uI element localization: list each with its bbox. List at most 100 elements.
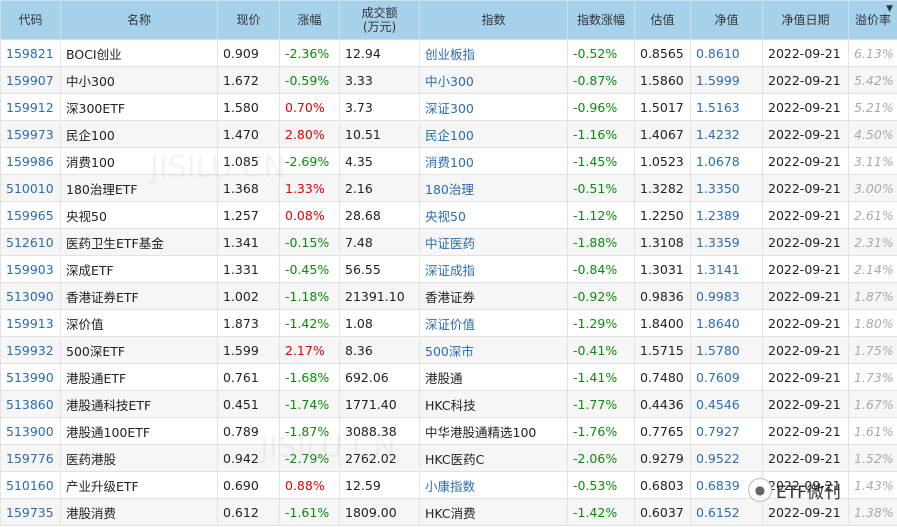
sort-desc-icon[interactable]: ▼ [886, 2, 893, 16]
table-row[interactable]: 513900 港股通100ETF 0.789 -1.87% 3088.38 中华港股通精选… [0, 417, 897, 445]
fund-name-cell: 产业升级ETF [60, 471, 218, 499]
table-row[interactable]: 512610 医药卫生ETF基金 1.341 -0.15% 7.48 中证医药 -1.88%… [0, 228, 897, 256]
fund-code-link[interactable]: 513090 [0, 282, 61, 310]
change-cell: -2.36% [279, 39, 340, 67]
fund-code-link[interactable]: 159776 [0, 444, 61, 472]
table-row[interactable]: 159821 BOCI创业 0.909 -2.36% 12.94 创业板指 -0.52% 0.… [0, 39, 897, 67]
premium-cell: 1.80% [848, 309, 897, 337]
table-row[interactable]: 159973 民企100 1.470 2.80% 10.51 民企100 -1.16% 1.4… [0, 120, 897, 148]
index-cell[interactable]: 民企100 [419, 120, 568, 148]
estimate-cell: 1.5017 [634, 93, 691, 121]
turnover-cell: 12.94 [339, 39, 420, 67]
table-row[interactable]: 159932 500深ETF 1.599 2.17% 8.36 500深市 -0.41% 1.… [0, 336, 897, 364]
index-cell[interactable]: 180治理 [419, 174, 568, 202]
table-row[interactable]: 159912 深300ETF 1.580 0.70% 3.73 深证300 -0.96% 1.… [0, 93, 897, 121]
fund-code-link[interactable]: 159912 [0, 93, 61, 121]
fund-code-link[interactable]: 512610 [0, 228, 61, 256]
table-row[interactable]: 159965 央视50 1.257 0.08% 28.68 央视50 -1.12% 1.225… [0, 201, 897, 229]
index-cell[interactable]: 创业板指 [419, 39, 568, 67]
premium-cell: 1.61% [848, 417, 897, 445]
table-row[interactable]: 159776 医药港股 0.942 -2.79% 2762.02 HKC医药C -2.06%… [0, 444, 897, 472]
index-cell[interactable]: 500深市 [419, 336, 568, 364]
col-nav-date[interactable]: 净值日期 [762, 0, 849, 40]
table-row[interactable]: 513090 香港证券ETF 1.002 -1.18% 21391.10 香港证券 -0.9… [0, 282, 897, 310]
fund-name-cell: 消费100 [60, 147, 218, 175]
price-cell: 0.761 [217, 363, 280, 391]
table-row[interactable]: 159986 消费100 1.085 -2.69% 4.35 消费100 -1.45% 1.0… [0, 147, 897, 175]
fund-code-link[interactable]: 510160 [0, 471, 61, 499]
fund-name-cell: 港股通100ETF [60, 417, 218, 445]
change-cell: -2.79% [279, 444, 340, 472]
price-cell: 1.257 [217, 201, 280, 229]
fund-code-link[interactable]: 159986 [0, 147, 61, 175]
fund-code-link[interactable]: 159903 [0, 255, 61, 283]
col-turnover[interactable]: 成交额 (万元) [339, 0, 420, 40]
table-row[interactable]: 513990 港股通ETF 0.761 -1.68% 692.06 港股通 -1.41% 0.… [0, 363, 897, 391]
index-cell[interactable]: 消费100 [419, 147, 568, 175]
col-change[interactable]: 涨幅 [279, 0, 340, 40]
fund-name-cell: 医药卫生ETF基金 [60, 228, 218, 256]
fund-code-link[interactable]: 513900 [0, 417, 61, 445]
fund-code-link[interactable]: 159907 [0, 66, 61, 94]
estimate-cell: 0.7765 [634, 417, 691, 445]
fund-code-link[interactable]: 159973 [0, 120, 61, 148]
col-estimate[interactable]: 估值 [634, 0, 691, 40]
col-price[interactable]: 现价 [217, 0, 280, 40]
col-name[interactable]: 名称 [60, 0, 218, 40]
price-cell: 0.909 [217, 39, 280, 67]
fund-code-link[interactable]: 159821 [0, 39, 61, 67]
estimate-cell: 0.6803 [634, 471, 691, 499]
price-cell: 0.690 [217, 471, 280, 499]
fund-code-link[interactable]: 510010 [0, 174, 61, 202]
index-cell[interactable]: 深证价值 [419, 309, 568, 337]
col-nav[interactable]: 净值 [690, 0, 763, 40]
change-cell: -1.87% [279, 417, 340, 445]
fund-code-link[interactable]: 159932 [0, 336, 61, 364]
col-code[interactable]: 代码 [0, 0, 61, 40]
index-cell[interactable]: 中小300 [419, 66, 568, 94]
estimate-cell: 0.8565 [634, 39, 691, 67]
fund-code-link[interactable]: 159735 [0, 498, 61, 526]
index-cell: HKC医药C [419, 444, 568, 472]
estimate-cell: 0.4436 [634, 390, 691, 418]
index-cell[interactable]: 中证医药 [419, 228, 568, 256]
fund-code-link[interactable]: 159913 [0, 309, 61, 337]
col-index-change[interactable]: 指数涨幅 [567, 0, 635, 40]
index-change-cell: -1.41% [567, 363, 635, 391]
index-cell[interactable]: 小康指数 [419, 471, 568, 499]
index-cell[interactable]: 央视50 [419, 201, 568, 229]
price-cell: 1.672 [217, 66, 280, 94]
fund-code-link[interactable]: 159965 [0, 201, 61, 229]
nav-cell: 1.3350 [690, 174, 763, 202]
col-index[interactable]: 指数 [419, 0, 568, 40]
premium-cell: 2.61% [848, 201, 897, 229]
price-cell: 0.451 [217, 390, 280, 418]
index-change-cell: -2.06% [567, 444, 635, 472]
nav-date-cell: 2022-09-21 [762, 66, 849, 94]
premium-cell: 1.75% [848, 336, 897, 364]
table-row[interactable]: 159913 深价值 1.873 -1.42% 1.08 深证价值 -1.29% 1.8400… [0, 309, 897, 337]
fund-code-link[interactable]: 513990 [0, 363, 61, 391]
fund-name-cell: 央视50 [60, 201, 218, 229]
table-row[interactable]: 159907 中小300 1.672 -0.59% 3.33 中小300 -0.87% 1.5… [0, 66, 897, 94]
nav-cell: 0.9522 [690, 444, 763, 472]
premium-cell: 3.00% [848, 174, 897, 202]
turnover-cell: 10.51 [339, 120, 420, 148]
price-cell: 1.002 [217, 282, 280, 310]
wechat-account-label: ETF微刊 [776, 482, 841, 503]
index-cell[interactable]: 深证300 [419, 93, 568, 121]
change-cell: 0.70% [279, 93, 340, 121]
table-row[interactable]: 513860 港股通科技ETF 0.451 -1.74% 1771.40 HKC科技 -1.… [0, 390, 897, 418]
fund-name-cell: 180治理ETF [60, 174, 218, 202]
index-change-cell: -1.12% [567, 201, 635, 229]
price-cell: 1.580 [217, 93, 280, 121]
fund-code-link[interactable]: 513860 [0, 390, 61, 418]
estimate-cell: 1.3282 [634, 174, 691, 202]
table-row[interactable]: 159903 深成ETF 1.331 -0.45% 56.55 深证成指 -0.84% 1.3… [0, 255, 897, 283]
table-row[interactable]: 510010 180治理ETF 1.368 1.33% 2.16 180治理 -0.51% 1… [0, 174, 897, 202]
index-cell[interactable]: 深证成指 [419, 255, 568, 283]
wechat-account-badge: ● ETF微刊 [748, 476, 897, 504]
index-change-cell: -0.96% [567, 93, 635, 121]
nav-date-cell: 2022-09-21 [762, 282, 849, 310]
col-premium[interactable]: 溢价率 ▼ [848, 0, 897, 40]
